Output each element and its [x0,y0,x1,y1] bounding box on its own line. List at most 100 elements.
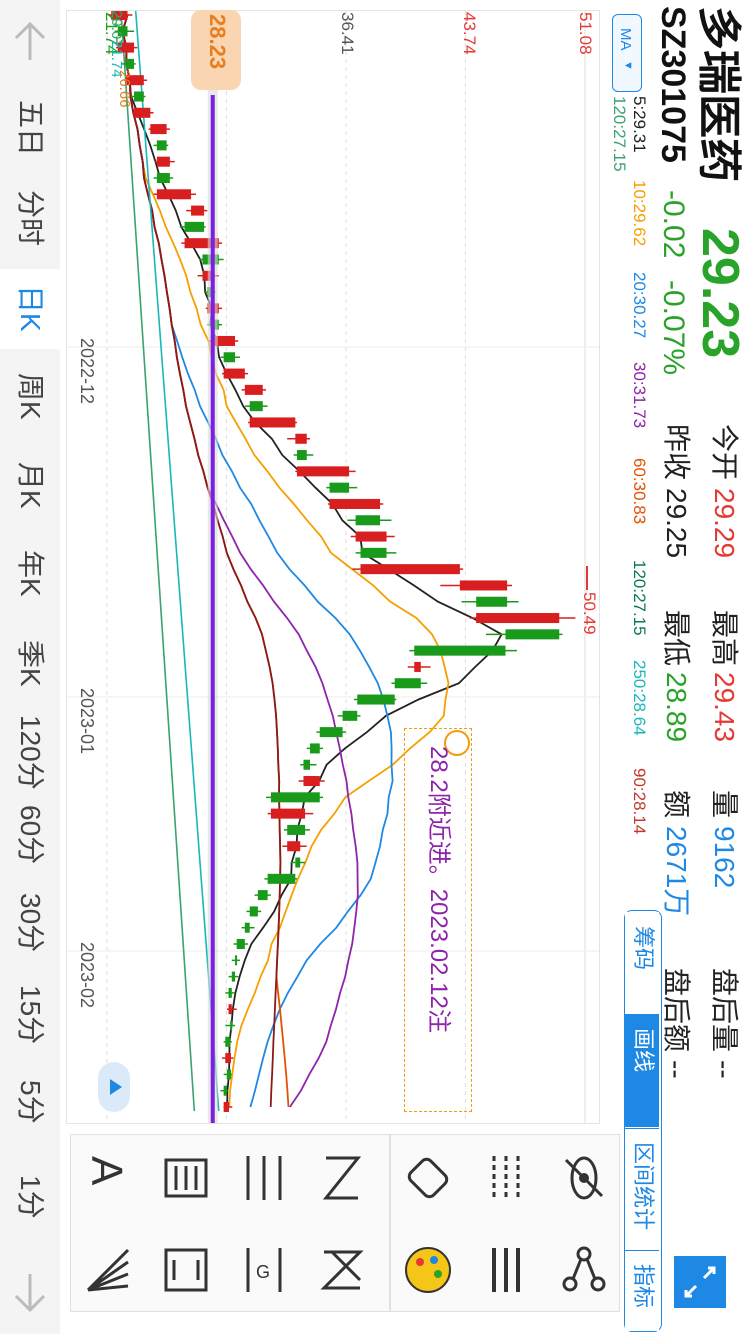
timeframe-8[interactable]: 60分 [15,805,46,864]
timeframe-3[interactable]: 周K [15,373,46,420]
candle-body [156,189,192,200]
hide-drawings-icon[interactable] [554,1148,614,1208]
candle-body [360,564,460,575]
parallel-lines-tool-icon[interactable] [234,1148,294,1208]
candle-body [270,808,306,819]
open-label: 今开 [709,424,740,481]
nodes-tool-icon[interactable] [554,1240,614,1300]
candle-body [228,1004,232,1015]
timeframe-5[interactable]: 年K [15,550,46,597]
channel-tool-icon[interactable] [312,1240,372,1300]
candle-body [156,156,170,167]
timeframe-0[interactable]: 五日 [15,100,46,156]
gann-lines-tool-icon[interactable]: G [234,1240,294,1300]
fan-lines-tool-icon[interactable] [78,1240,138,1300]
current-price-tag-text: 28.23 [205,14,230,70]
candle-body [225,1053,231,1064]
palette-tool-icon[interactable] [398,1240,458,1300]
candle-body [303,776,320,787]
candle-body [156,140,167,151]
ma-selector-caret: ▼ [622,60,634,71]
max-price-marker: 50.49 [580,592,599,635]
low-value: 28.89 [661,672,692,743]
back-arrow-icon[interactable] [6,18,54,66]
ma-value-2: 20:30.27 [630,272,649,339]
ma-value-1: 10:29.62 [630,180,649,247]
side-tab-label-0: 筹码 [631,926,656,971]
candle-body [296,450,307,461]
candle-body [223,368,245,379]
ma-line-10 [121,14,450,1108]
candle-body [329,482,350,493]
candle-body [230,1020,233,1031]
candle-body [235,955,238,966]
timeframe-9[interactable]: 30分 [15,893,46,952]
forward-arrow-icon[interactable] [6,1268,54,1316]
timeframe-6[interactable]: 季K [15,640,46,687]
date-axis-label-2: 2023-02 [77,942,97,1009]
timeframe-12[interactable]: 1分 [15,1175,46,1219]
candle-body [355,515,381,526]
timeframe-11[interactable]: 5分 [15,1080,46,1124]
play-icon [110,1079,122,1095]
side-tab-label-2: 区间统计 [631,1142,656,1231]
rectangle-tool-icon[interactable] [156,1240,216,1300]
chart-svg [67,11,599,1123]
timeframe-2[interactable]: 日K [15,285,46,332]
candle-body [329,498,381,509]
play-button[interactable] [98,1062,130,1112]
ma-selector-label: MA [617,28,634,51]
candle-body [125,58,135,69]
candle-body [505,629,560,640]
stock-change: -0.02 [657,190,690,259]
kline-chart[interactable] [66,10,600,1124]
ma-value-6: 250:28.64 [630,660,649,736]
timeframe-1[interactable]: 分时 [15,190,46,246]
low-label: 最低 [661,610,692,667]
candle-body [476,613,560,624]
candle-body [244,384,263,395]
thick-line-tool-icon[interactable] [476,1240,536,1300]
app-screen: 五日 分时 日K 周K 月K 年K 季K 120分 60分 30分 15分 5分 1分 51.08 43.… [0,0,750,1334]
candle-body [394,678,421,689]
zigzag-tool-icon[interactable] [312,1148,372,1208]
ma-line-250 [134,11,220,1112]
after-vol-label: 盘后量 [709,968,740,1053]
candle-body [249,417,296,428]
candle-body [414,661,421,672]
expand-icon [684,1266,716,1298]
ma-value-7: 90:28.14 [630,768,649,835]
candle-body [184,221,205,232]
candle-body [150,124,167,135]
candle-body [270,792,320,803]
fibonacci-box-tool-icon[interactable] [156,1148,216,1208]
candle-body [249,906,258,917]
candle-body [360,547,387,558]
candle-body [134,107,151,118]
timeframe-7[interactable]: 120分 [15,715,46,790]
candle-body [231,971,236,982]
stock-name: 多瑞医药 [694,6,743,182]
side-tab-label-1: 画线 [631,1028,656,1073]
dashed-line-tool-icon[interactable] [476,1148,536,1208]
timeframe-4[interactable]: 月K [15,462,46,509]
candle-body [156,172,170,183]
price-axis-label-0: 51.08 [576,12,595,55]
date-axis-label-1: 2023-01 [77,688,97,755]
max-price-marker-line [586,566,588,590]
text-tool-icon[interactable]: A [78,1148,138,1208]
date-axis-label-0: 2022-12 [77,338,97,405]
ma-value-extra: 120:27.15 [610,96,629,172]
eraser-tool-icon[interactable] [398,1148,458,1208]
expand-button[interactable] [674,1256,726,1308]
stock-price: 29.23 [691,228,749,359]
candle-body [257,890,268,901]
svg-text:A: A [82,1156,131,1186]
candle-body [342,710,358,721]
ma-selector[interactable] [612,14,642,92]
candle-body [355,531,387,542]
annotation-text: 28.2附近进。2023.02.12注 [425,746,452,1033]
candle-body [267,873,296,884]
candle-body [223,1085,227,1096]
timeframe-10[interactable]: 15分 [15,985,46,1044]
